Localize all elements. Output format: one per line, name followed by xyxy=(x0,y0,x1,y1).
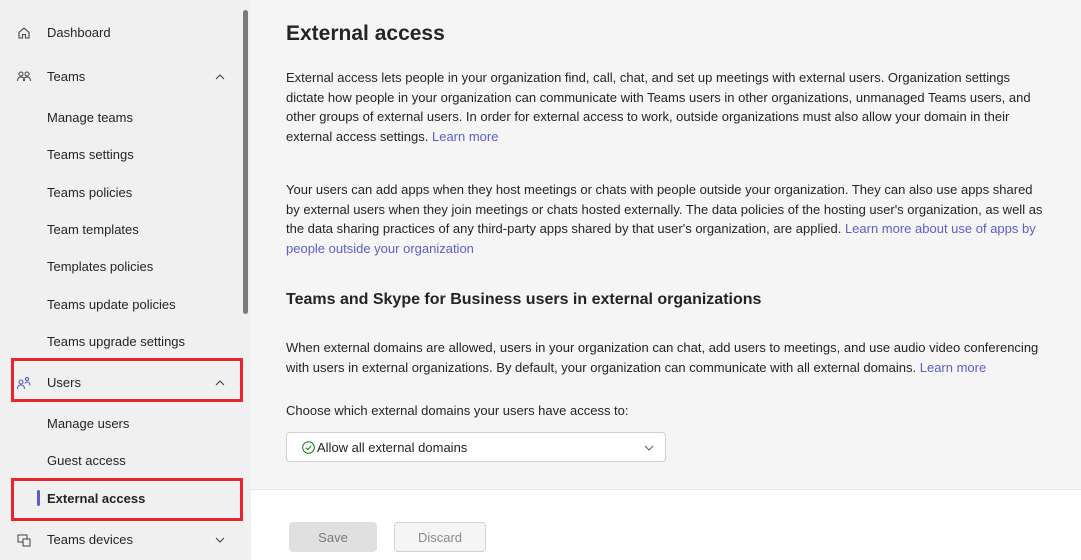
intro-text: External access lets people in your orga… xyxy=(286,70,1031,144)
home-icon xyxy=(16,25,32,41)
sidebar-item-manage-users[interactable]: Manage users xyxy=(0,405,240,442)
sidebar-scrollbar[interactable] xyxy=(243,10,248,314)
learn-more-link[interactable]: Learn more xyxy=(920,360,986,375)
sidebar-item-label: Templates policies xyxy=(47,259,154,274)
sidebar: Dashboard Teams Manage teams Teams setti… xyxy=(0,0,251,560)
sidebar-item-teams[interactable]: Teams xyxy=(0,58,240,95)
sidebar-item-label: Teams upgrade settings xyxy=(47,334,186,349)
sidebar-item-teams-policies[interactable]: Teams policies xyxy=(0,174,240,211)
sidebar-item-label: Teams settings xyxy=(47,147,134,162)
page-title: External access xyxy=(286,22,445,45)
devices-icon xyxy=(16,532,32,548)
sidebar-item-label: Teams devices xyxy=(47,532,133,547)
sidebar-item-teams-update-policies[interactable]: Teams update policies xyxy=(0,286,240,323)
sidebar-item-guest-access[interactable]: Guest access xyxy=(0,442,240,479)
teams-icon xyxy=(16,69,32,85)
highlight-box-users xyxy=(11,358,243,402)
section-description: When external domains are allowed, users… xyxy=(286,338,1056,377)
discard-button[interactable]: Discard xyxy=(394,522,486,552)
sidebar-item-teams-upgrade-settings[interactable]: Teams upgrade settings xyxy=(0,323,240,360)
domain-select-label: Choose which external domains your users… xyxy=(286,403,629,418)
sidebar-item-label: Dashboard xyxy=(47,25,111,40)
chevron-down-icon xyxy=(644,445,654,451)
footer-bar: Save Discard xyxy=(251,490,1081,560)
sidebar-item-label: Manage users xyxy=(47,416,130,431)
section-title: Teams and Skype for Business users in ex… xyxy=(286,291,762,308)
sidebar-item-templates-policies[interactable]: Templates policies xyxy=(0,248,240,285)
intro-paragraph: External access lets people in your orga… xyxy=(286,68,1046,146)
chevron-down-icon xyxy=(215,537,225,543)
sidebar-item-label: Guest access xyxy=(47,453,126,468)
sidebar-item-label: Teams xyxy=(47,69,86,84)
sidebar-item-label: Manage teams xyxy=(47,110,133,125)
sidebar-item-label: Teams policies xyxy=(47,185,133,200)
check-circle-icon xyxy=(302,441,315,454)
chevron-up-icon xyxy=(215,73,225,79)
sidebar-item-label: Teams update policies xyxy=(47,297,176,312)
save-button[interactable]: Save xyxy=(289,522,377,552)
sidebar-item-teams-settings[interactable]: Teams settings xyxy=(0,136,240,173)
learn-more-link[interactable]: Learn more xyxy=(432,129,498,144)
sidebar-item-manage-teams[interactable]: Manage teams xyxy=(0,99,240,136)
external-domains-dropdown[interactable]: Allow all external domains xyxy=(286,432,666,462)
highlight-box-external-access xyxy=(11,478,243,521)
sidebar-item-teams-devices[interactable]: Teams devices xyxy=(0,521,240,558)
sidebar-item-team-templates[interactable]: Team templates xyxy=(0,211,240,248)
dropdown-value: Allow all external domains xyxy=(317,439,468,455)
apps-paragraph: Your users can add apps when they host m… xyxy=(286,180,1046,258)
sidebar-item-label: Team templates xyxy=(47,222,139,237)
main-content: External access External access lets peo… xyxy=(251,0,1081,560)
sidebar-item-dashboard[interactable]: Dashboard xyxy=(0,14,240,51)
